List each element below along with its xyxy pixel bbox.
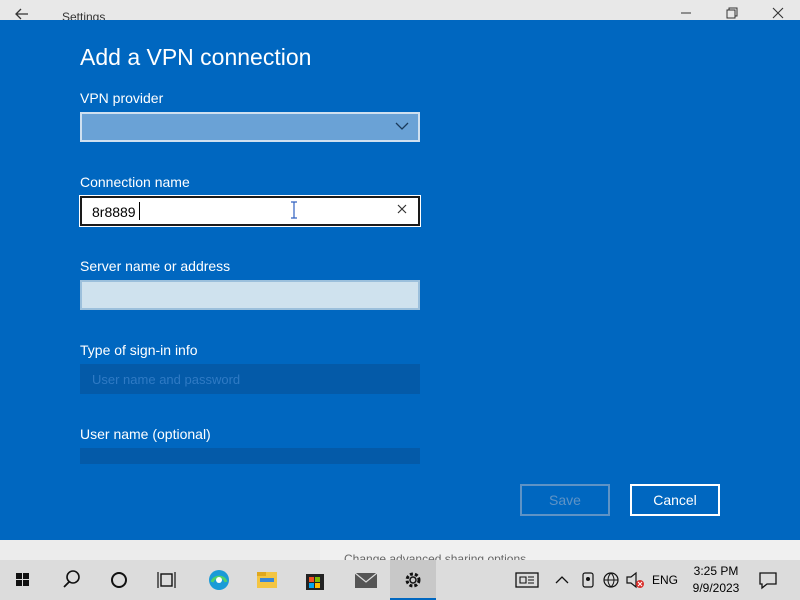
search-icon[interactable] — [48, 560, 94, 600]
chevron-down-icon — [394, 116, 410, 136]
people-icon[interactable] — [578, 560, 598, 600]
server-input[interactable] — [80, 280, 420, 310]
file-explorer-icon[interactable] — [244, 560, 290, 600]
vpn-provider-select[interactable] — [80, 112, 420, 142]
network-globe-icon[interactable] — [600, 560, 622, 600]
ibeam-cursor-icon — [290, 201, 298, 219]
task-view-icon[interactable] — [144, 560, 190, 600]
cancel-button[interactable]: Cancel — [630, 484, 720, 516]
news-widget-icon[interactable] — [512, 560, 542, 600]
mail-icon[interactable] — [342, 560, 388, 600]
store-icon[interactable] — [292, 560, 338, 600]
chevron-up-icon[interactable] — [552, 560, 572, 600]
signin-type-select[interactable]: User name and password — [80, 364, 420, 394]
connection-name-value: 8r8889 — [92, 204, 136, 220]
clock-date[interactable]: 9/9/2023 — [690, 581, 742, 595]
username-input[interactable] — [80, 448, 420, 464]
vpn-dialog: Add a VPN connection VPN provider Connec… — [0, 20, 800, 540]
edge-icon[interactable] — [196, 560, 242, 600]
settings-icon[interactable] — [390, 560, 436, 600]
text-caret — [139, 202, 140, 220]
clear-text-icon[interactable] — [396, 203, 410, 217]
notification-icon[interactable] — [754, 560, 782, 600]
signin-type-value: User name and password — [92, 372, 241, 387]
windows-start-icon[interactable] — [0, 560, 46, 600]
signin-type-label: Type of sign-in info — [80, 342, 198, 358]
dialog-title: Add a VPN connection — [80, 44, 312, 70]
taskbar: ENG 3:25 PM 9/9/2023 — [0, 560, 800, 600]
clock-time[interactable]: 3:25 PM — [690, 564, 742, 578]
vpn-provider-label: VPN provider — [80, 90, 164, 106]
username-label: User name (optional) — [80, 426, 211, 442]
server-label: Server name or address — [80, 258, 231, 274]
connection-name-input[interactable]: 8r8889 — [79, 195, 421, 227]
connection-name-label: Connection name — [80, 174, 190, 190]
cortana-icon[interactable] — [96, 560, 142, 600]
volume-muted-icon[interactable] — [624, 560, 646, 600]
language-indicator[interactable]: ENG — [652, 560, 678, 600]
save-button[interactable]: Save — [520, 484, 610, 516]
